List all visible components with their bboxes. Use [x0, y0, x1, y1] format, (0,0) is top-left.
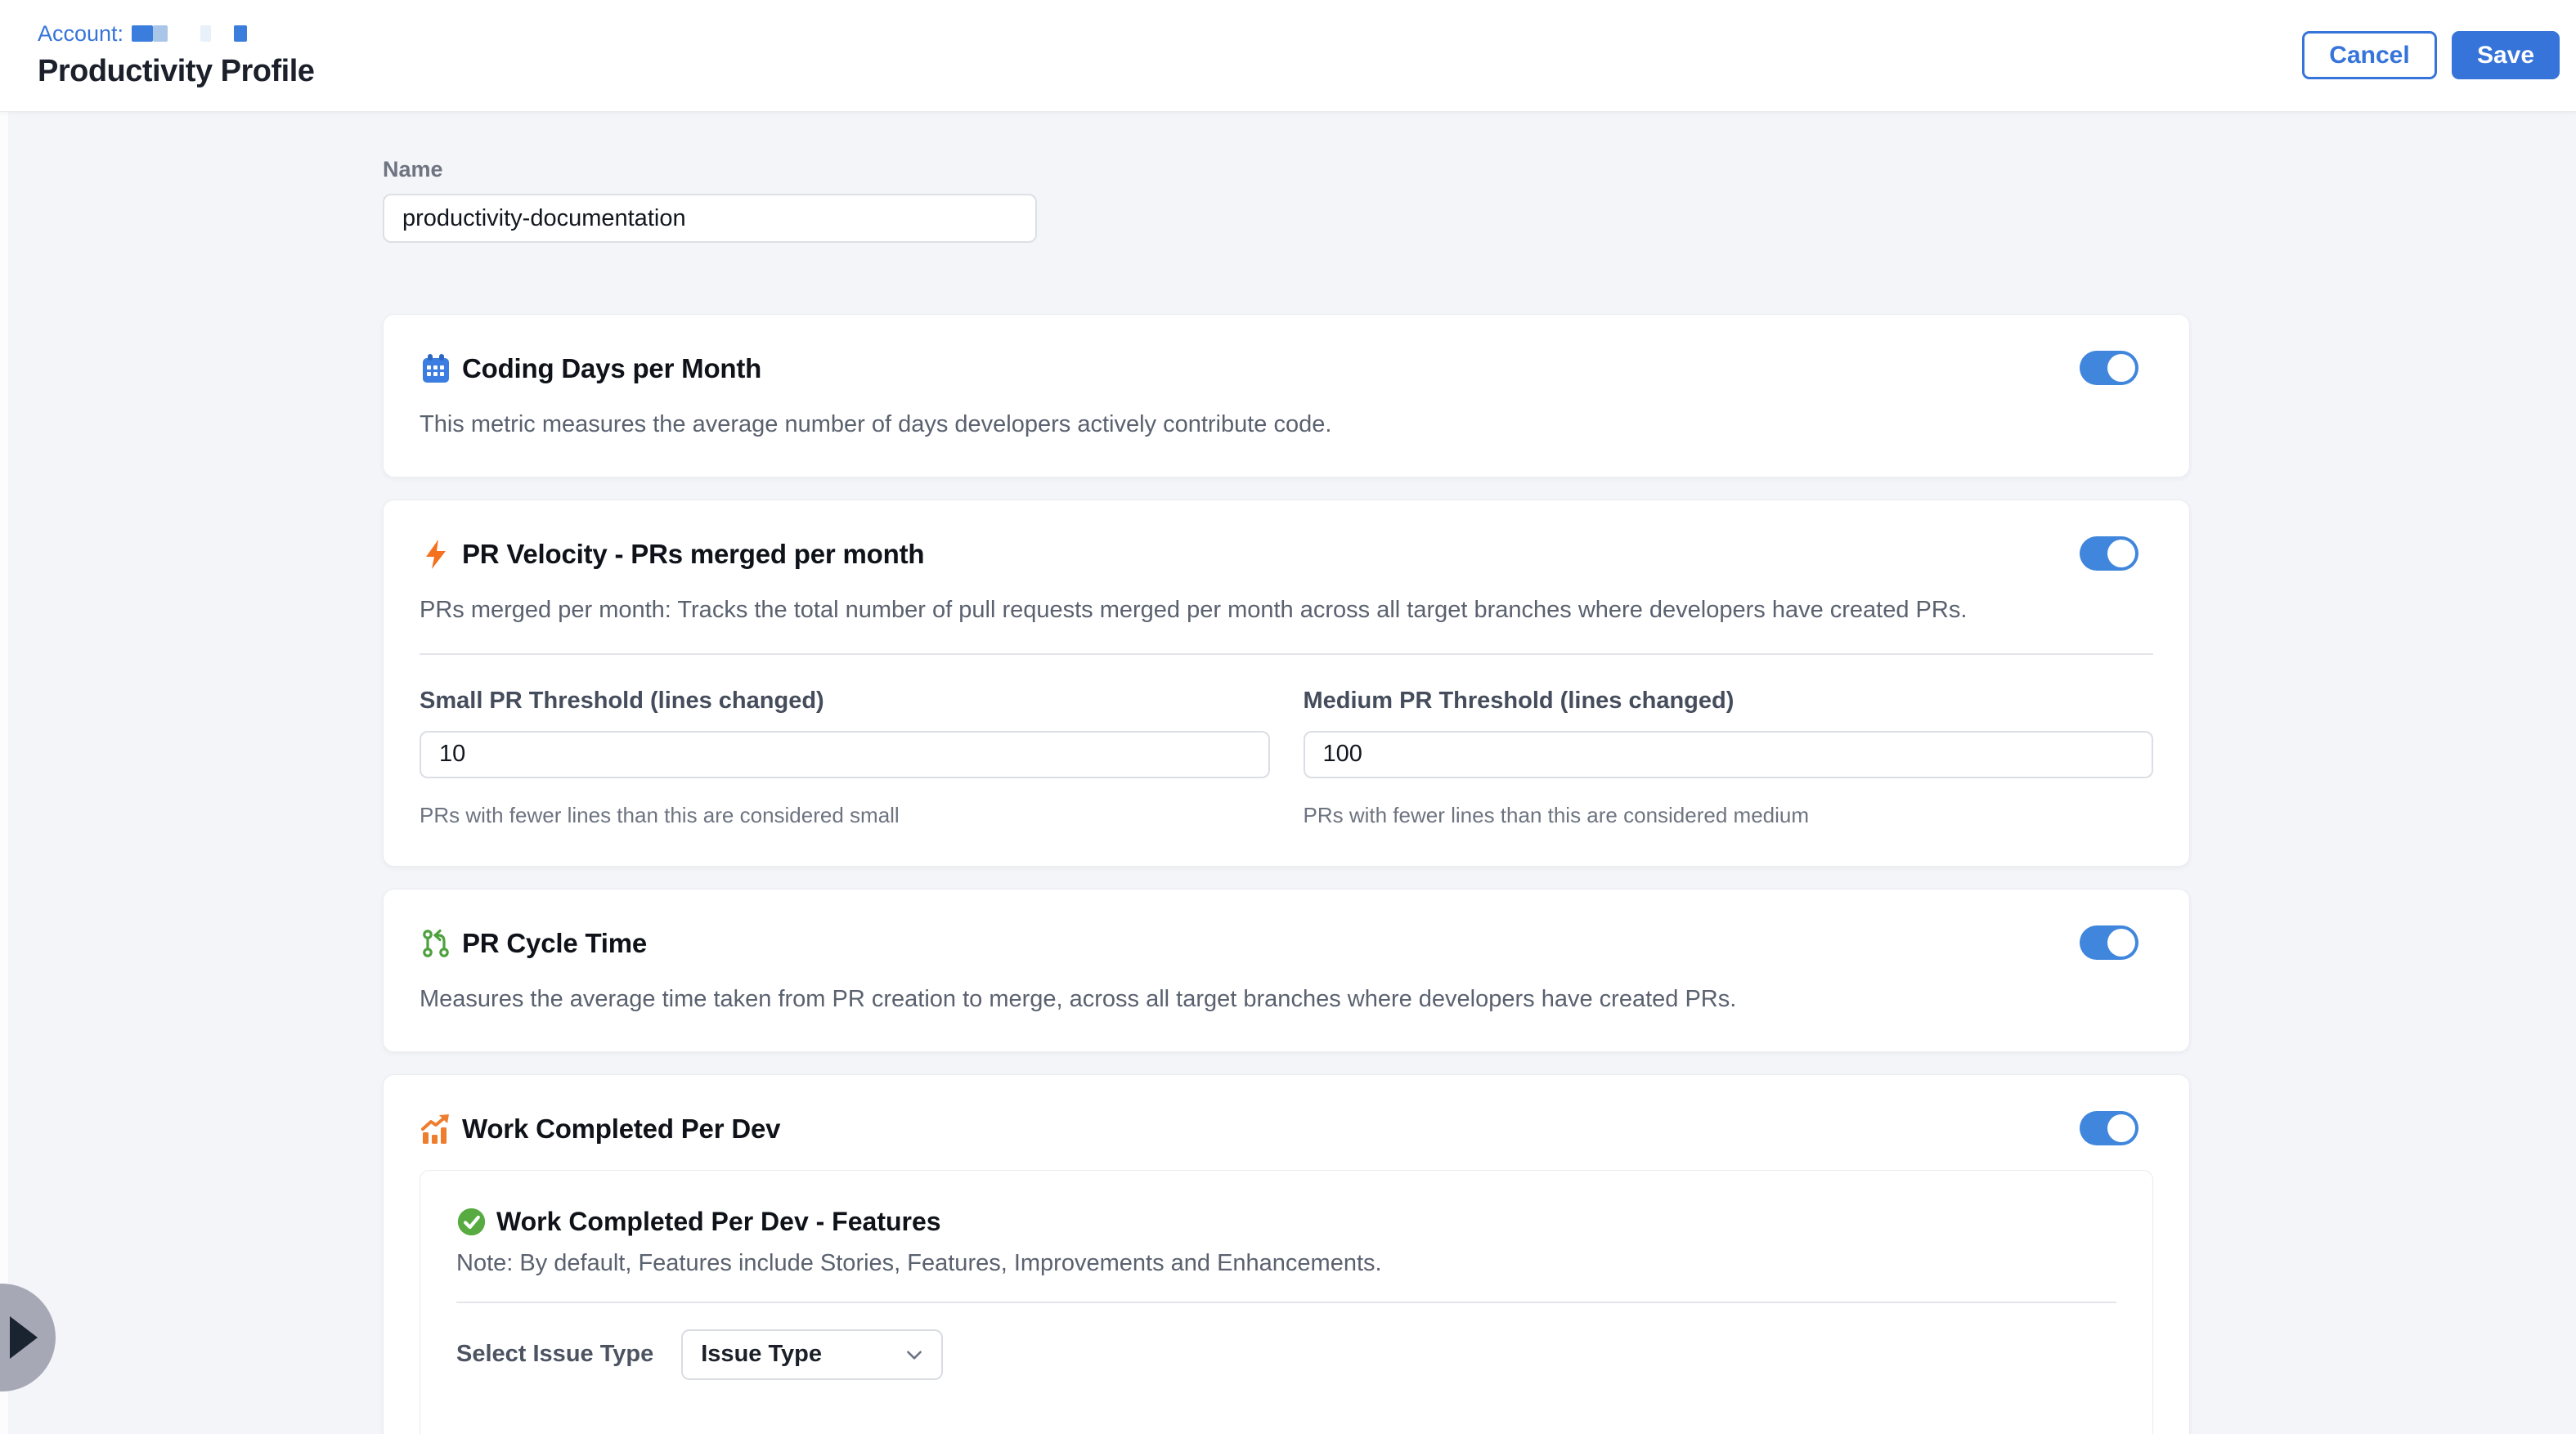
coding-days-toggle[interactable]	[2080, 351, 2138, 385]
metric-description: Measures the average time taken from PR …	[420, 984, 2153, 1014]
issue-type-dropdown[interactable]: Issue Type	[681, 1329, 943, 1380]
metric-title: Coding Days per Month	[462, 353, 761, 384]
lightning-icon	[420, 538, 452, 571]
account-redacted-block	[234, 25, 247, 42]
account-redacted-block	[200, 25, 211, 42]
subsection-title: Work Completed Per Dev - Features	[496, 1207, 941, 1237]
pr-cycle-time-toggle[interactable]	[2080, 925, 2138, 960]
metric-description: This metric measures the average number …	[420, 410, 2153, 439]
page-title: Productivity Profile	[38, 54, 2576, 89]
metric-title: PR Cycle Time	[462, 928, 647, 959]
account-redacted-block	[153, 25, 168, 42]
metric-description: PRs merged per month: Tracks the total n…	[420, 595, 2153, 625]
toggle-knob	[2107, 1114, 2135, 1142]
chevron-down-icon	[904, 1344, 925, 1365]
issue-type-label: Select Issue Type	[456, 1341, 653, 1368]
page-header: Account: Productivity Profile Cancel Sav…	[0, 0, 2576, 112]
save-button[interactable]: Save	[2452, 31, 2560, 79]
card-pr-velocity: PR Velocity - PRs merged per month PRs m…	[383, 500, 2190, 866]
name-input[interactable]	[383, 194, 1037, 243]
calendar-icon	[420, 352, 452, 385]
threshold-fields: Small PR Threshold (lines changed) PRs w…	[420, 688, 2153, 828]
card-divider	[420, 653, 2153, 655]
pull-request-icon	[420, 927, 452, 960]
breadcrumb: Account:	[38, 20, 2576, 47]
profile-form: Name Coding Days per Month This metric m…	[383, 112, 2190, 1434]
card-coding-days: Coding Days per Month This metric measur…	[383, 314, 2190, 477]
header-actions: Cancel Save	[2302, 31, 2560, 79]
issue-type-row: Select Issue Type Issue Type	[456, 1329, 2116, 1380]
toggle-knob	[2107, 354, 2135, 382]
small-pr-threshold-group: Small PR Threshold (lines changed) PRs w…	[420, 688, 1270, 828]
panel-divider	[456, 1302, 2116, 1303]
metric-title: PR Velocity - PRs merged per month	[462, 539, 924, 570]
check-circle-icon	[456, 1207, 487, 1237]
account-redacted-block	[132, 25, 153, 42]
expand-arrow-icon	[10, 1316, 38, 1359]
work-completed-toggle[interactable]	[2080, 1111, 2138, 1145]
metric-title: Work Completed Per Dev	[462, 1114, 780, 1145]
pr-velocity-toggle[interactable]	[2080, 536, 2138, 571]
medium-pr-threshold-group: Medium PR Threshold (lines changed) PRs …	[1304, 688, 2154, 828]
cancel-button[interactable]: Cancel	[2302, 31, 2437, 79]
issue-type-value: Issue Type	[701, 1341, 904, 1368]
small-pr-threshold-input[interactable]	[420, 731, 1270, 778]
small-pr-threshold-label: Small PR Threshold (lines changed)	[420, 688, 1270, 715]
card-pr-cycle-time: PR Cycle Time Measures the average time …	[383, 889, 2190, 1052]
chart-increasing-icon	[420, 1113, 452, 1145]
sidebar-expand-handle[interactable]	[0, 1284, 56, 1391]
medium-pr-threshold-label: Medium PR Threshold (lines changed)	[1304, 688, 2154, 715]
toggle-knob	[2107, 540, 2135, 567]
small-pr-threshold-helper: PRs with fewer lines than this are consi…	[420, 803, 1270, 828]
medium-pr-threshold-input[interactable]	[1304, 731, 2154, 778]
work-completed-features-panel: Work Completed Per Dev - Features Note: …	[420, 1170, 2153, 1434]
name-label: Name	[383, 157, 443, 181]
medium-pr-threshold-helper: PRs with fewer lines than this are consi…	[1304, 803, 2154, 828]
collapsed-sidebar-edge	[0, 0, 8, 1434]
subsection-note: Note: By default, Features include Stori…	[456, 1250, 2116, 1277]
toggle-knob	[2107, 929, 2135, 957]
card-work-completed: Work Completed Per Dev Work Completed Pe…	[383, 1074, 2190, 1434]
account-link[interactable]: Account:	[38, 21, 123, 47]
